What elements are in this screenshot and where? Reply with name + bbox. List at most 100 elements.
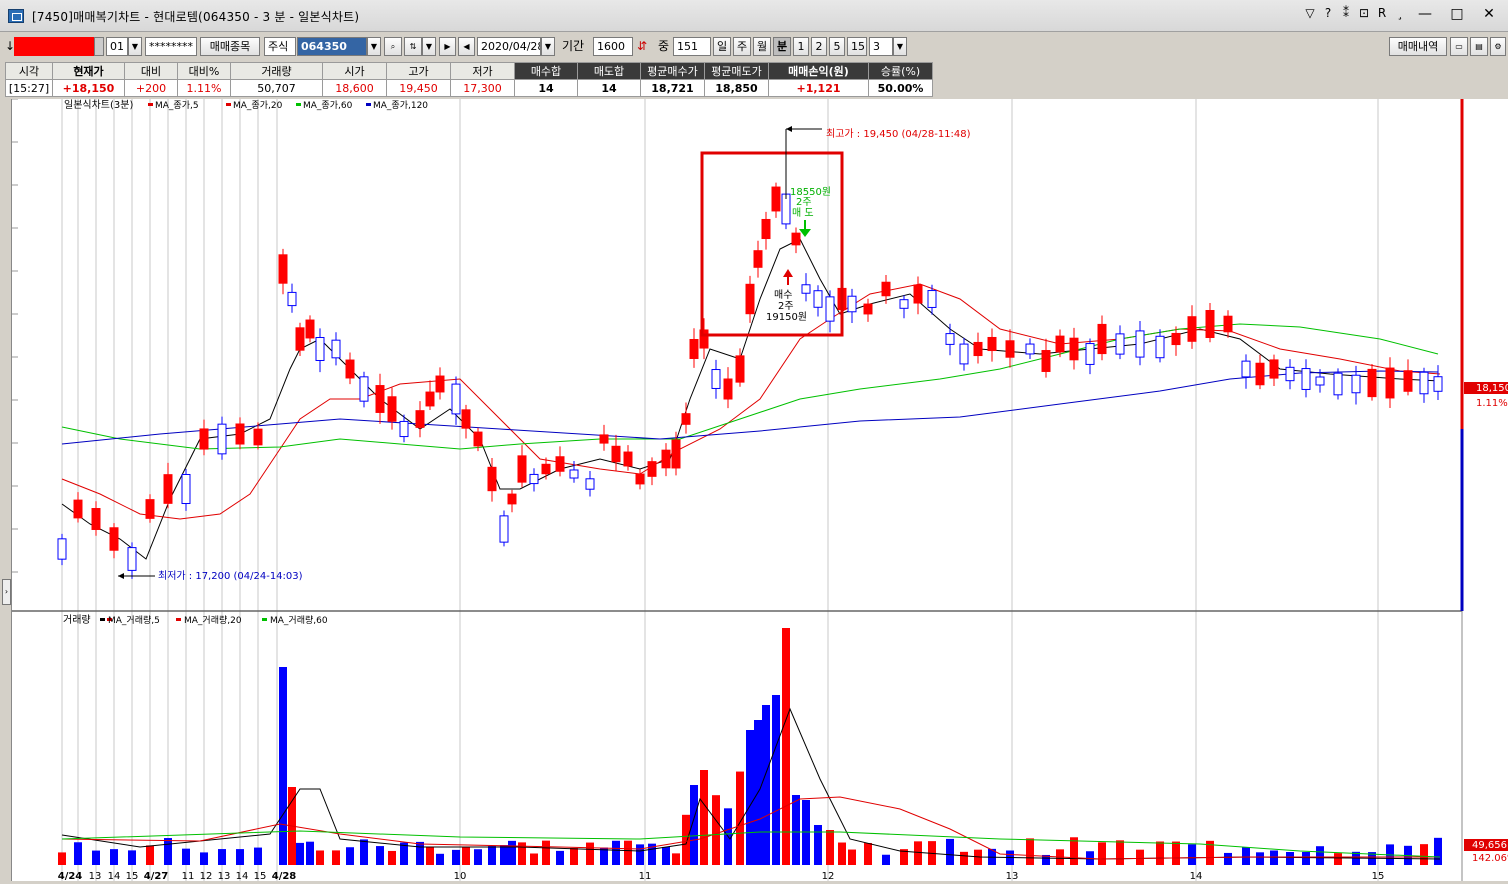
header-buy-sum: 매수합 [514, 62, 578, 80]
candle-body [1255, 362, 1265, 386]
search-icon[interactable]: ⌕ [384, 37, 402, 56]
close-button[interactable]: ✕ [1476, 6, 1502, 22]
sort-dropdown-icon[interactable]: ▼ [422, 37, 436, 56]
timeframe-2[interactable]: 2 [811, 37, 827, 56]
dropdown-icon[interactable]: ▽ [1304, 6, 1316, 22]
password-field[interactable]: ******** [145, 37, 197, 56]
candle-body [689, 339, 699, 359]
volume-bar [254, 847, 262, 865]
volume-legend-swatch [100, 618, 105, 621]
volume-bar [672, 853, 680, 865]
volume-bar [1070, 837, 1078, 865]
chart-area[interactable]: 일본식차트(3분) MA_종가,5 MA_종가,20 MA_종가,60 MA_종가,1… [0, 98, 1508, 882]
volume-bar [332, 850, 340, 865]
stock-code-dropdown-icon[interactable]: ▼ [367, 37, 381, 56]
volume-bar [436, 853, 444, 865]
timeframe-day[interactable]: 일 [713, 37, 731, 56]
volume-bar [1026, 838, 1034, 865]
save-icon[interactable]: ▤ [1470, 37, 1488, 56]
volume-legend-swatch [262, 618, 267, 621]
account-field-redacted[interactable] [14, 37, 94, 56]
candle-body [623, 451, 633, 467]
config-icon[interactable]: ⚙ [1490, 37, 1506, 56]
header-change: 대비 [124, 62, 178, 80]
candle-body [791, 232, 801, 246]
candle-body [1403, 370, 1413, 392]
high-annotation: 최고가 : 19,450 (04/28-11:48) [826, 128, 971, 140]
prev-arrow-icon[interactable]: ◀ [458, 37, 475, 56]
timeframe-week[interactable]: 주 [733, 37, 751, 56]
candle-body [473, 431, 483, 447]
x-tick-label: 4/27 [144, 871, 169, 881]
volume-bar [848, 849, 856, 865]
candle-body [331, 339, 341, 359]
trade-item-button[interactable]: 매매종목 [200, 37, 260, 56]
volume-bar [218, 849, 226, 865]
date-field[interactable]: 2020/04/28 [477, 37, 541, 56]
sell-qty-label: 2주 [796, 197, 812, 208]
collapse-panel-icon[interactable]: › [2, 579, 11, 605]
x-tick-label: 11 [182, 871, 195, 881]
account-sub-dropdown-icon[interactable]: ▼ [128, 37, 142, 56]
legend-swatch [226, 103, 231, 106]
minute-dropdown-icon[interactable]: ▼ [893, 37, 907, 56]
candle-body [295, 327, 305, 351]
maximize-button[interactable]: □ [1444, 6, 1470, 22]
volume-legend-label: MA_거래량,5 [108, 614, 160, 626]
volume-bar [1172, 841, 1180, 865]
period-input[interactable]: 1600 [593, 37, 633, 56]
next-arrow-icon[interactable]: ▶ [439, 37, 456, 56]
candle-body [1155, 335, 1165, 359]
candle-body [735, 355, 745, 383]
price-tag-pct: 1.11% [1476, 398, 1508, 409]
volume-bar [782, 628, 790, 865]
volume-bar [612, 840, 620, 865]
candle-body [945, 333, 955, 345]
pin-icon[interactable]: ⁑ [1340, 6, 1352, 22]
candle-body [305, 319, 315, 339]
spin-icon[interactable]: ⇵ [637, 38, 647, 55]
timeframe-month[interactable]: 월 [753, 37, 771, 56]
candle-body [671, 439, 681, 469]
market-type-field[interactable]: 주식 [264, 37, 296, 56]
timeframe-15[interactable]: 15 [847, 37, 867, 56]
candle-body [529, 473, 539, 485]
chart-canvas[interactable]: 일본식차트(3분) MA_종가,5 MA_종가,20 MA_종가,60 MA_종가,1… [0, 98, 1508, 882]
volume-bar [746, 730, 754, 865]
sell-arrow-icon [799, 229, 811, 237]
minimize-button[interactable]: — [1412, 6, 1438, 22]
timeframe-5[interactable]: 5 [829, 37, 845, 56]
timeframe-1[interactable]: 1 [793, 37, 809, 56]
count-input[interactable]: 151 [673, 37, 711, 56]
candle-body [387, 396, 397, 422]
help-icon[interactable]: ? [1322, 6, 1334, 22]
candle-body [771, 186, 781, 212]
trade-history-button[interactable]: 매매내역 [1389, 37, 1447, 56]
buy-price-label: 19150원 [766, 311, 807, 323]
candle-body [359, 376, 369, 402]
candlesticks [57, 182, 1443, 579]
volume-bar [508, 840, 516, 865]
sort-icon[interactable]: ⇅ [404, 37, 422, 56]
candle-body [109, 527, 119, 551]
candle-body [1301, 368, 1311, 390]
folder-icon[interactable]: ▭ [1450, 37, 1468, 56]
candle-body [761, 218, 771, 240]
x-tick-label: 15 [1372, 871, 1385, 881]
minute-input[interactable]: 3 [869, 37, 893, 56]
candle-body [517, 455, 527, 483]
refresh-icon[interactable]: R [1376, 6, 1388, 22]
candle-body [253, 428, 263, 446]
timeframe-minute[interactable]: 분 [773, 37, 791, 56]
value-open: 18,600 [322, 79, 387, 97]
account-sub-field[interactable]: 01 [106, 37, 128, 56]
toolbar: ↓ 01 ▼ ******** 매매종목 주식 064350 ▼ ⌕ ⇅ ▼ ▶… [0, 34, 1508, 60]
volume-bar [636, 844, 644, 865]
settings-icon[interactable]: ¸ [1394, 6, 1406, 22]
stock-code-input[interactable]: 064350 [297, 37, 367, 56]
screen-icon[interactable]: ⊡ [1358, 6, 1370, 22]
value-buy-sum: 14 [514, 79, 578, 97]
candle-body [745, 283, 755, 315]
date-dropdown-icon[interactable]: ▼ [541, 37, 555, 56]
volume-bar [1224, 852, 1232, 865]
